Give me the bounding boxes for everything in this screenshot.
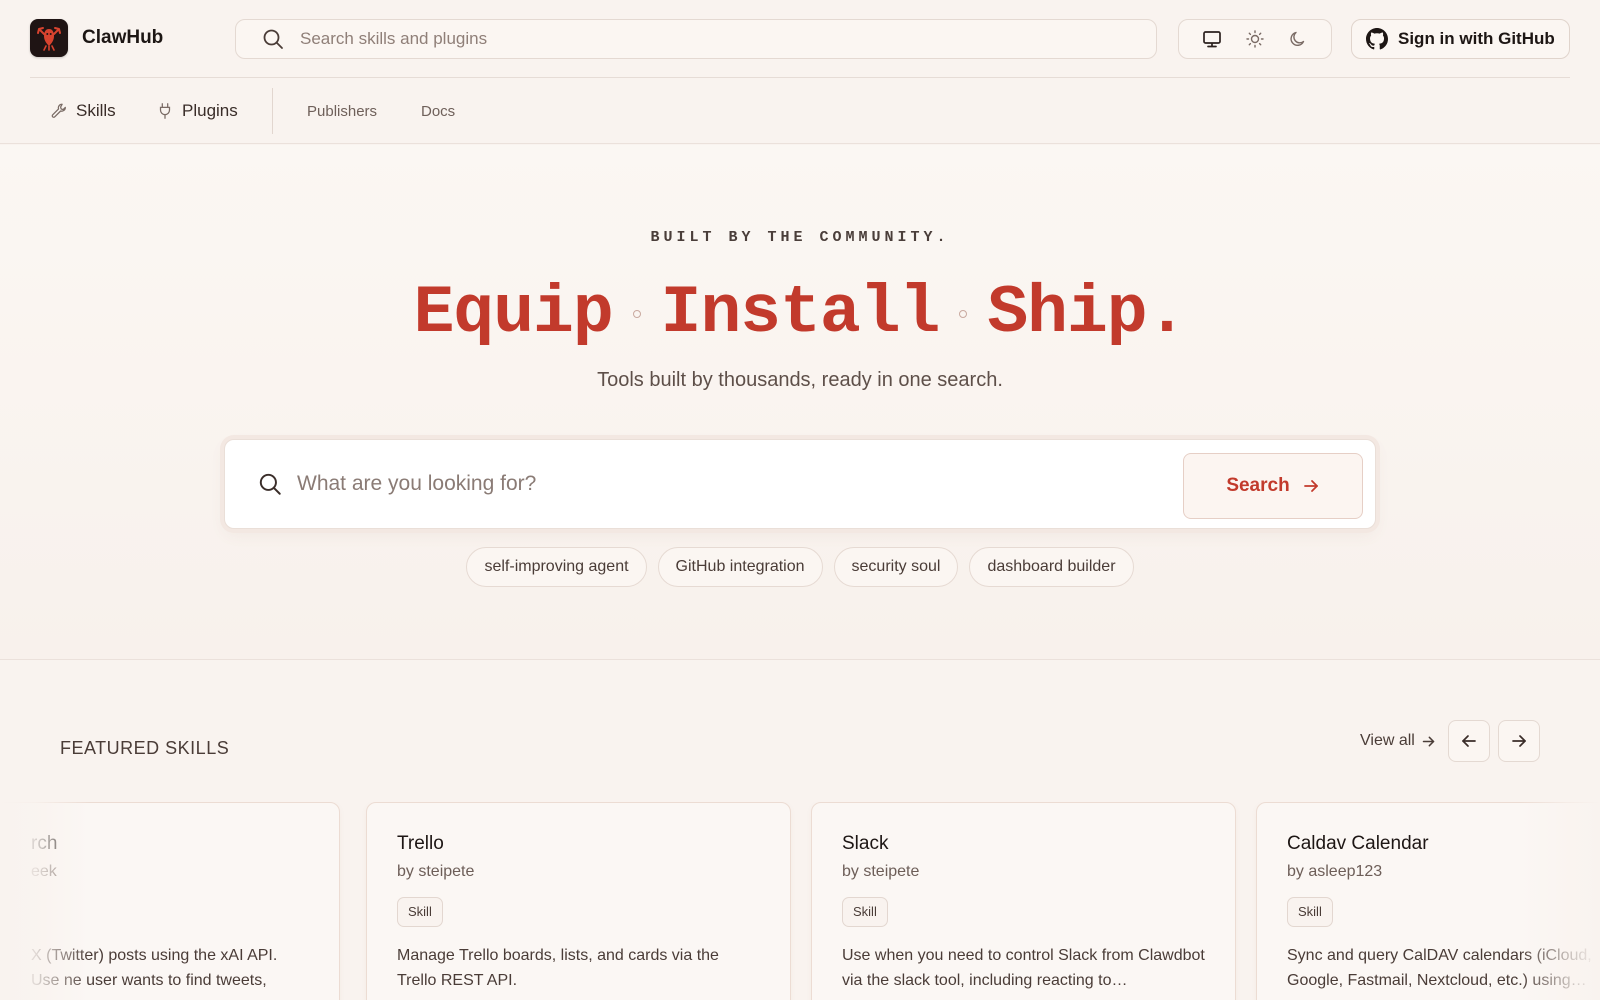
carousel-next-button[interactable] xyxy=(1498,720,1540,762)
sun-icon[interactable] xyxy=(1241,25,1269,53)
carousel-prev-button[interactable] xyxy=(1448,720,1490,762)
nav-label-skills: Skills xyxy=(76,101,116,120)
skill-card-description: Sync and query CalDAV calendars (iCloud,… xyxy=(1287,947,1592,989)
hero-search-box[interactable]: Search xyxy=(224,439,1376,529)
skill-badge: Skill xyxy=(1287,897,1333,927)
skill-card[interactable]: rch eek X (Twitter) posts using the xAI … xyxy=(0,802,340,1000)
skill-card-description: X (Twitter) posts using the xAI API. Use… xyxy=(31,947,278,989)
nav-label-plugins: Plugins xyxy=(182,101,238,120)
suggestion-chip[interactable]: self-improving agent xyxy=(466,547,647,587)
headline-word-equip: Equip xyxy=(413,275,614,352)
headline-word-install: Install xyxy=(660,275,941,352)
headline-separator xyxy=(959,309,968,318)
arrow-right-icon xyxy=(1421,734,1436,749)
hero-subtitle: Tools built by thousands, ready in one s… xyxy=(597,369,1003,391)
skill-card-name: rch xyxy=(31,833,58,854)
skill-card[interactable]: Slack by steipete Skill Use when you nee… xyxy=(811,802,1236,1000)
headline-word-ship: Ship. xyxy=(987,275,1187,352)
skill-card-description: Manage Trello boards, lists, and cards v… xyxy=(397,947,719,989)
search-icon xyxy=(257,471,283,497)
nav-divider xyxy=(272,88,273,134)
hero-eyebrow: BUILT BY THE COMMUNITY. xyxy=(650,229,950,246)
skill-card-description: Use when you need to control Slack from … xyxy=(842,947,1205,989)
top-search-input[interactable] xyxy=(300,29,1100,49)
brand-name[interactable]: ClawHub xyxy=(82,27,163,49)
featured-skills-carousel: rch eek X (Twitter) posts using the xAI … xyxy=(0,802,1600,1000)
nav-label-docs: Docs xyxy=(421,102,456,120)
moon-icon[interactable] xyxy=(1284,25,1312,53)
arrow-right-icon xyxy=(1512,735,1526,747)
skill-card[interactable]: Caldav Calendar by asleep123 Skill Sync … xyxy=(1256,802,1600,1000)
skill-card-author: by steipete xyxy=(397,863,475,880)
sign-in-label: Sign in with GitHub xyxy=(1398,29,1555,48)
nav-item-publishers[interactable]: Publishers xyxy=(307,78,377,144)
skill-card-author: by asleep123 xyxy=(1287,863,1383,880)
suggestion-chip[interactable]: dashboard builder xyxy=(969,547,1134,587)
skill-badge: Skill xyxy=(842,897,888,927)
plug-icon xyxy=(156,102,174,120)
arrow-right-icon xyxy=(1302,477,1320,495)
theme-switcher xyxy=(1178,19,1332,59)
sub-navigation: Skills Plugins Publishers Docs xyxy=(0,78,1600,144)
hero-search-input[interactable] xyxy=(297,472,1157,496)
monitor-icon[interactable] xyxy=(1198,25,1226,53)
github-icon xyxy=(1366,28,1388,50)
hero-section: BUILT BY THE COMMUNITY. Equip Install Sh… xyxy=(0,145,1600,660)
nav-item-skills[interactable]: Skills xyxy=(50,78,116,144)
lobster-icon xyxy=(37,27,61,51)
view-all-link[interactable]: View all xyxy=(1360,730,1436,752)
top-search-bar[interactable] xyxy=(235,19,1157,59)
hero-headline: Equip Install Ship. xyxy=(0,275,1600,352)
skill-badge: Skill xyxy=(397,897,443,927)
search-button-label: Search xyxy=(1226,475,1290,496)
suggestion-chip[interactable]: GitHub integration xyxy=(657,547,823,587)
skill-card-name: Trello xyxy=(397,833,444,854)
featured-skills-heading: FEATURED SKILLS xyxy=(60,738,230,758)
skill-card[interactable]: Trello by steipete Skill Manage Trello b… xyxy=(366,802,791,1000)
skill-card-author: by steipete xyxy=(842,863,920,880)
skill-card-name: Slack xyxy=(842,833,889,854)
nav-item-docs[interactable]: Docs xyxy=(421,78,455,144)
skill-card-name: Caldav Calendar xyxy=(1287,833,1429,854)
view-all-label: View all xyxy=(1360,732,1415,749)
top-bar: ClawHub Sign in with GitHub xyxy=(0,0,1600,78)
search-icon xyxy=(260,26,286,52)
nav-label-publishers: Publishers xyxy=(307,102,378,120)
headline-separator xyxy=(632,309,641,318)
hero-search-button[interactable]: Search xyxy=(1183,453,1363,519)
skill-card-spacer xyxy=(0,881,309,927)
suggestion-chip[interactable]: security soul xyxy=(833,547,959,587)
skill-card-author: eek xyxy=(31,863,57,880)
sign-in-github-button[interactable]: Sign in with GitHub xyxy=(1351,19,1570,59)
nav-item-plugins[interactable]: Plugins xyxy=(156,78,238,144)
wrench-icon xyxy=(50,102,68,120)
logo[interactable] xyxy=(30,19,68,57)
suggestion-chips: self-improving agent GitHub integration … xyxy=(0,547,1600,587)
arrow-left-icon xyxy=(1462,735,1476,747)
